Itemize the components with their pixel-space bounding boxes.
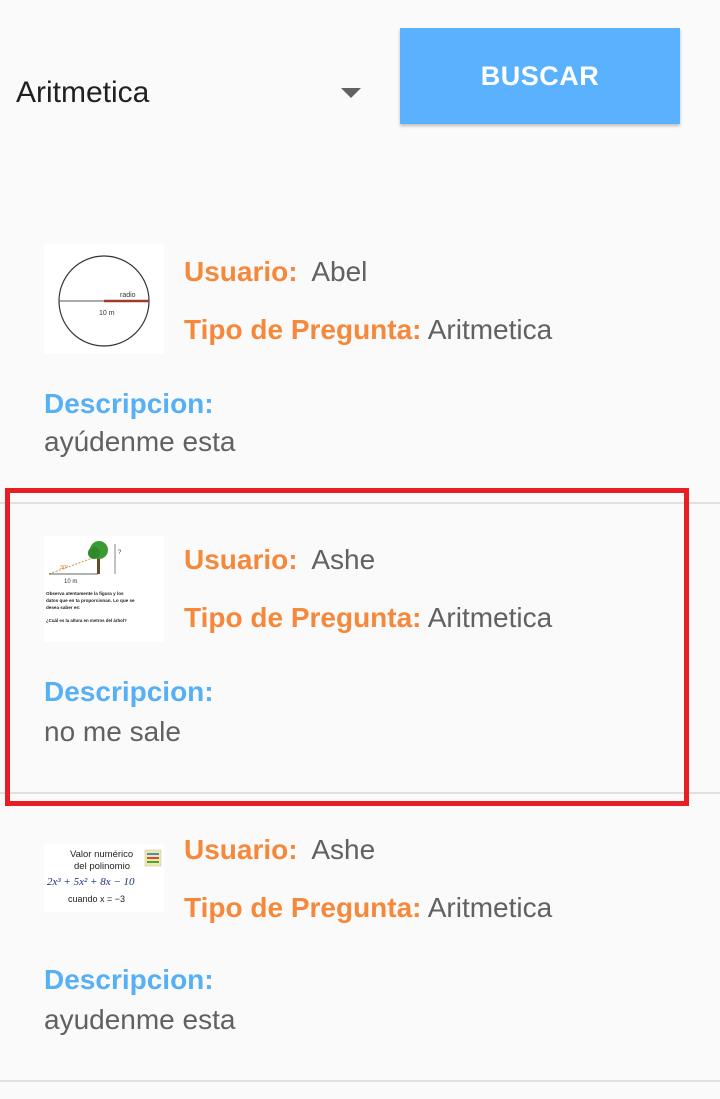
- thumb-measure-text: 10 m: [99, 310, 115, 317]
- question-thumbnail: Valor numérico del polinomio 2x³ + 5x² +…: [44, 844, 164, 912]
- tipo-row: Tipo de Pregunta: Aritmetica: [184, 892, 552, 924]
- usuario-row: Usuario: Abel: [184, 256, 367, 288]
- tipo-value: Aritmetica: [427, 892, 553, 923]
- tipo-row: Tipo de Pregunta: Aritmetica: [184, 314, 552, 346]
- usuario-label: Usuario:: [184, 256, 298, 287]
- buscar-button[interactable]: BUSCAR: [400, 28, 680, 124]
- usuario-label: Usuario:: [184, 544, 298, 575]
- usuario-value: Abel: [311, 256, 368, 287]
- descripcion-text: ayúdenme esta: [44, 426, 236, 457]
- tipo-value: Aritmetica: [427, 602, 553, 633]
- thumb-angle-text: 30°: [60, 565, 68, 571]
- descripcion-label: Descripcion:: [44, 964, 214, 995]
- usuario-value: Ashe: [311, 544, 376, 575]
- usuario-row: Usuario: Ashe: [184, 544, 375, 576]
- list-item[interactable]: Valor numérico del polinomio 2x³ + 5x² +…: [0, 794, 720, 1080]
- question-thumbnail: ? 30° 10 m Observa atentamente la figura…: [44, 536, 164, 642]
- list-item[interactable]: ? 30° 10 m Observa atentamente la figura…: [0, 504, 720, 792]
- chevron-down-icon: [341, 88, 361, 98]
- thumb-line2: datos que en ta proporcionan. Lo que se: [46, 598, 135, 603]
- tipo-value: Aritmetica: [427, 314, 553, 345]
- usuario-value: Ashe: [311, 834, 376, 865]
- category-select-value: Aritmetica: [16, 76, 150, 109]
- divider: [0, 1080, 720, 1082]
- thumb-line4: ¿Cuál es la altura en metros del árbol?: [46, 618, 127, 623]
- category-select[interactable]: Aritmetica: [16, 60, 366, 126]
- usuario-row: Usuario: Ashe: [184, 834, 375, 866]
- descripcion-text: no me sale: [44, 716, 181, 747]
- list-item[interactable]: radio 10 m Usuario: Abel Tipo de Pregunt…: [0, 220, 720, 502]
- thumb-question-mark: ?: [118, 550, 122, 556]
- tipo-label: Tipo de Pregunta:: [184, 602, 422, 633]
- thumb-line3: desea saber es:: [46, 605, 81, 610]
- descripcion-label: Descripcion:: [44, 388, 214, 419]
- usuario-label: Usuario:: [184, 834, 298, 865]
- thumb-radio-text: radio: [120, 292, 136, 299]
- question-thumbnail: radio 10 m: [44, 244, 164, 354]
- thumb-line1: Observa atentamente la figura y los: [46, 591, 124, 596]
- tipo-label: Tipo de Pregunta:: [184, 314, 422, 345]
- tipo-row: Tipo de Pregunta: Aritmetica: [184, 602, 552, 634]
- descripcion-text: ayudenme esta: [44, 1004, 236, 1035]
- descripcion-label: Descripcion:: [44, 676, 214, 707]
- thumb-line2: del polinomio: [74, 861, 130, 872]
- thumb-condition: cuando x = −3: [68, 894, 125, 904]
- thumb-formula: 2x³ + 5x² + 8x − 10: [47, 876, 135, 888]
- thumb-distance-text: 10 m: [64, 579, 77, 585]
- thumb-line1: Valor numérico: [70, 849, 133, 860]
- tipo-label: Tipo de Pregunta:: [184, 892, 422, 923]
